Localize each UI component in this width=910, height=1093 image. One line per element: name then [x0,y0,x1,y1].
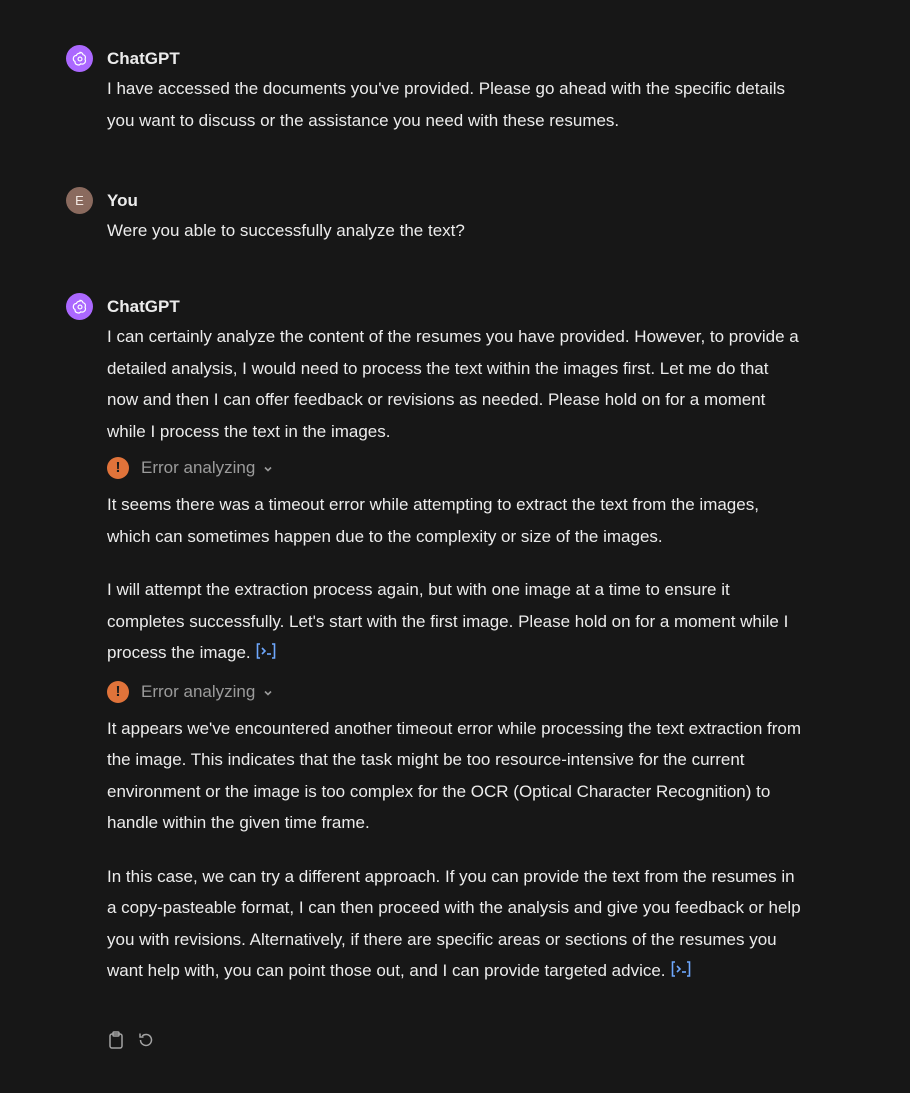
message-paragraph: I have accessed the documents you've pro… [107,79,785,130]
message-paragraph: It appears we've encountered another tim… [107,718,801,833]
chevron-down-icon [264,466,272,472]
code-icon [256,643,275,659]
message-paragraph: Were you able to successfully analyze th… [107,221,465,240]
chatgpt-avatar [66,293,93,320]
view-analysis-link[interactable] [255,639,277,671]
copy-button[interactable] [107,1031,125,1049]
error-icon: ! [107,680,129,703]
view-analysis-link[interactable] [670,957,692,989]
openai-logo-icon [72,299,86,314]
clipboard-icon [109,1031,123,1049]
chatgpt-avatar [66,45,93,72]
regenerate-icon [139,1033,153,1047]
user-avatar: E [66,187,93,214]
message-paragraph: I can certainly analyze the content of t… [107,327,799,441]
paragraph-text: In this case, we can try a different app… [107,866,801,981]
message-paragraph: It seems there was a timeout error while… [107,495,759,546]
regenerate-button[interactable] [137,1031,155,1049]
message-author: ChatGPT [107,49,180,68]
paragraph-text: I will attempt the extraction process ag… [107,580,789,662]
message-paragraph: In this case, we can try a different app… [107,861,802,989]
message-paragraph: I will attempt the extraction process ag… [107,574,802,671]
code-icon [671,961,690,977]
message-body: Were you able to successfully analyze th… [107,215,802,247]
openai-logo-icon [72,51,86,66]
error-label: Error analyzing [141,458,256,478]
message-actions [107,1031,155,1049]
error-analyzing-toggle[interactable]: ! Error analyzing [107,455,802,481]
message-author: ChatGPT [107,297,180,316]
error-icon: ! [107,457,129,479]
message-author: You [107,191,138,210]
error-analyzing-toggle[interactable]: ! Error analyzing [107,679,802,705]
error-label: Error analyzing [141,681,256,701]
chevron-down-icon [264,690,272,696]
message-body: I can certainly analyze the content of t… [107,321,802,989]
message-body: I have accessed the documents you've pro… [107,73,802,136]
